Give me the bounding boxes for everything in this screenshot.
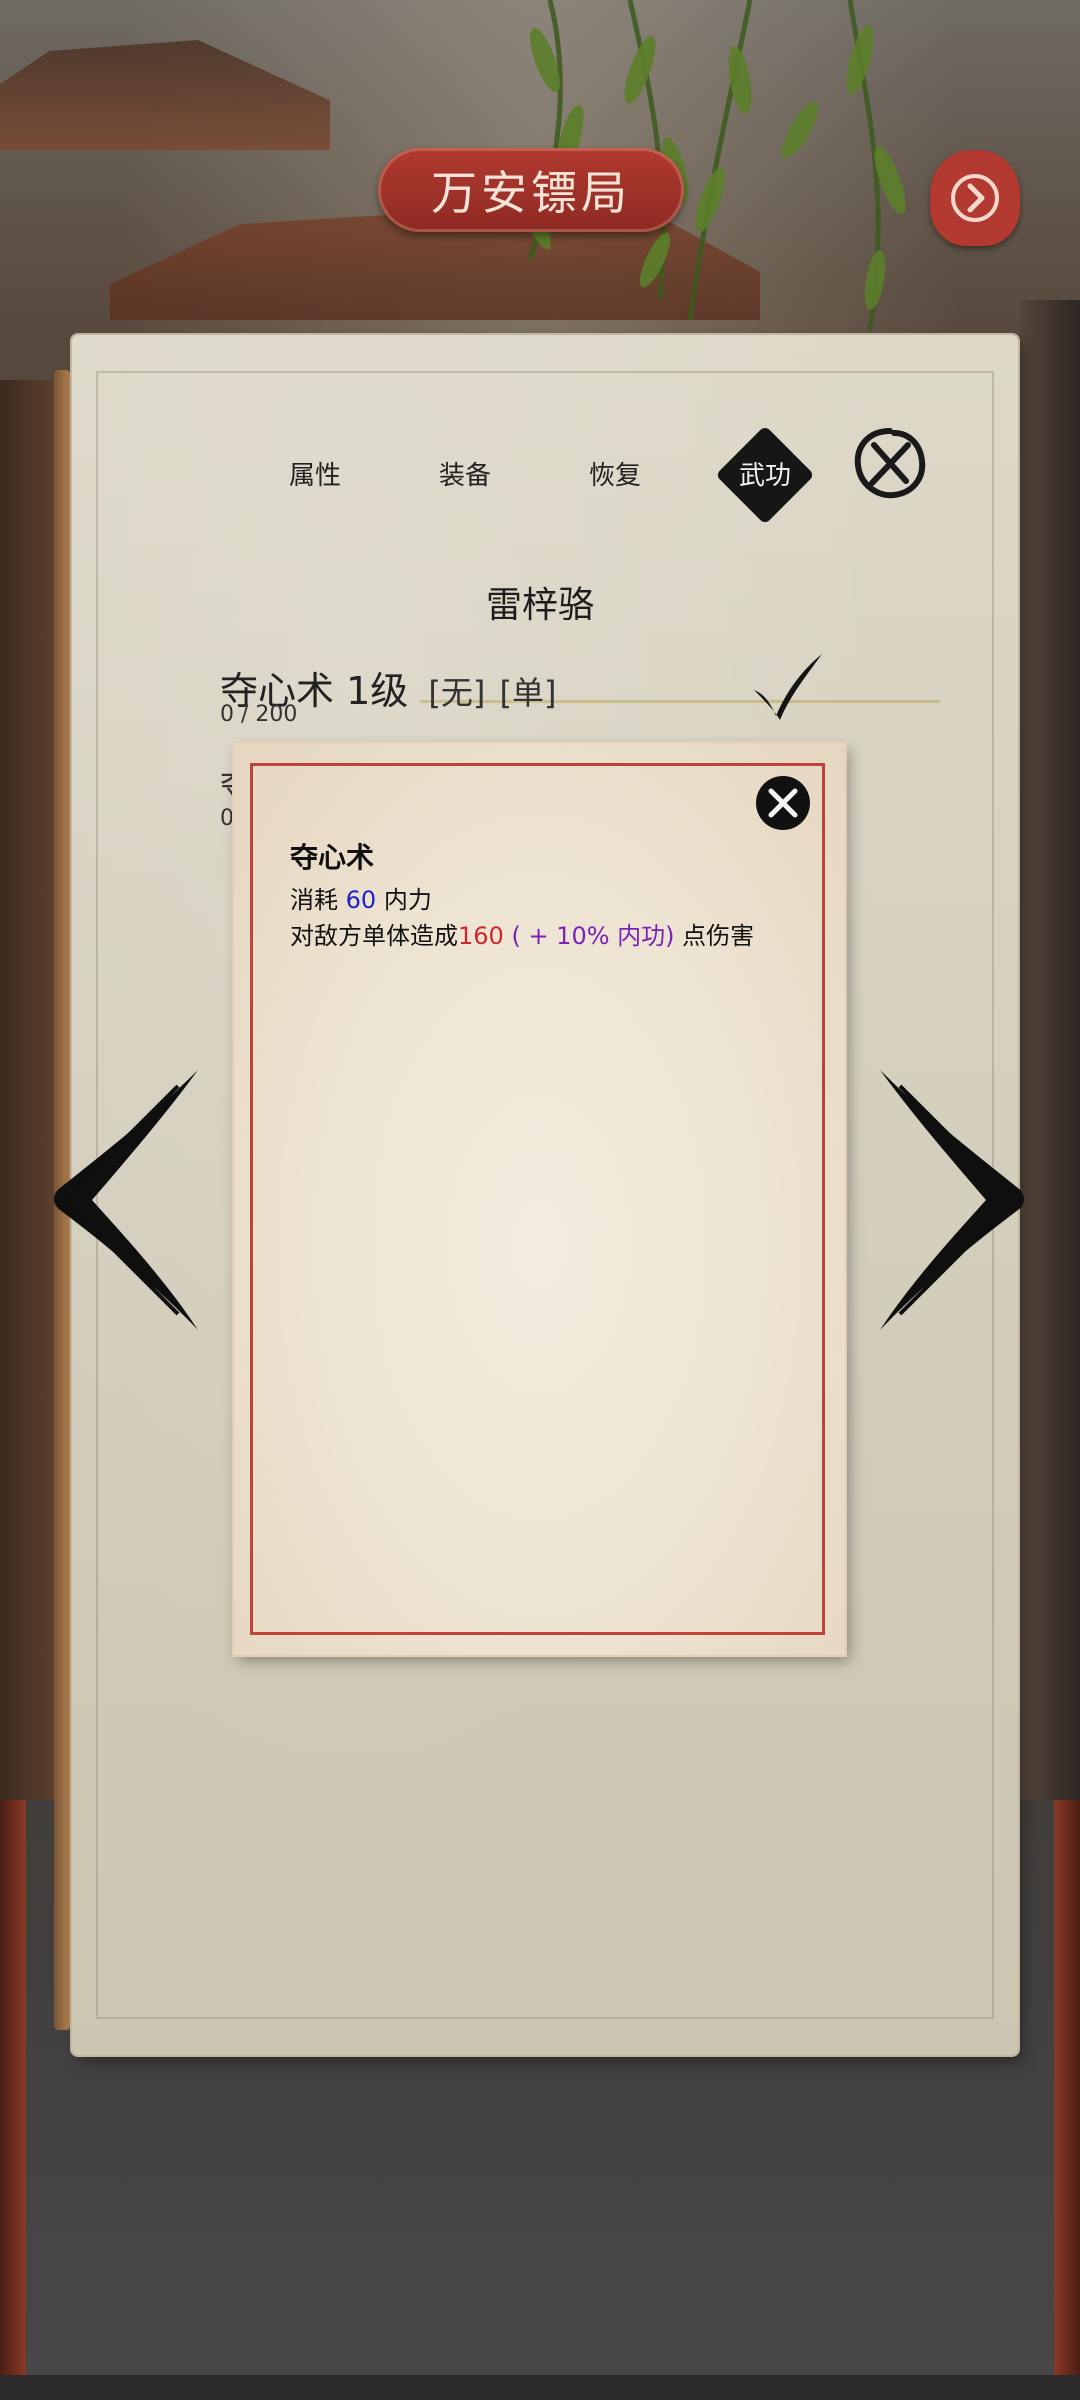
arrow-right-icon <box>951 174 999 222</box>
title-banner: 万安镖局 <box>378 148 684 232</box>
brush-arrow-left-icon[interactable] <box>48 1070 198 1330</box>
popup-close-button[interactable] <box>756 776 810 830</box>
tab-equipment[interactable]: 装备 <box>420 448 510 498</box>
skill-element-tag: [无] <box>428 674 486 712</box>
tab-recovery[interactable]: 恢复 <box>570 448 660 498</box>
popup-cost-line: 消耗 60 内力 <box>290 882 810 918</box>
effect-prefix: 对敌方单体造成 <box>290 922 458 950</box>
popup-effect-line: 对敌方单体造成160 ( + 10% 内功) 点伤害 <box>290 918 810 954</box>
close-icon[interactable] <box>850 425 930 501</box>
checkmark-icon <box>754 654 822 720</box>
close-icon <box>768 788 798 818</box>
background-building <box>1020 300 1080 1800</box>
brush-arrow-right-icon[interactable] <box>880 1070 1030 1330</box>
skill-progress-text: 0 / 200 <box>220 702 298 727</box>
cost-value: 60 <box>345 886 377 914</box>
page-title: 万安镖局 <box>431 166 631 220</box>
effect-value: 160 <box>458 922 504 950</box>
tab-attributes[interactable]: 属性 <box>270 448 360 498</box>
skill-target-tag: [单] <box>499 674 557 712</box>
skill-row-2-progress: 0 <box>220 806 234 831</box>
cost-prefix: 消耗 <box>290 886 338 914</box>
next-button[interactable] <box>930 150 1020 246</box>
effect-suffix: 点伤害 <box>682 922 755 950</box>
bottom-edge <box>0 2375 1080 2400</box>
skill-row[interactable]: 夺心术 1级 [无] [单] 0 / 200 <box>220 660 940 730</box>
cost-suffix: 内力 <box>383 886 432 914</box>
tab-martial-arts[interactable]: 武功 <box>720 448 810 498</box>
effect-bonus: ( + 10% 内功) <box>511 922 675 950</box>
pillar-left <box>0 1800 26 2390</box>
popup-skill-name: 夺心术 <box>290 841 375 874</box>
popup-content: 夺心术 消耗 60 内力 对敌方单体造成160 ( + 10% 内功) 点伤害 <box>290 836 810 954</box>
character-name: 雷梓骆 <box>485 585 594 626</box>
skill-level: 1级 <box>346 669 409 713</box>
pillar-right <box>1054 1800 1080 2390</box>
